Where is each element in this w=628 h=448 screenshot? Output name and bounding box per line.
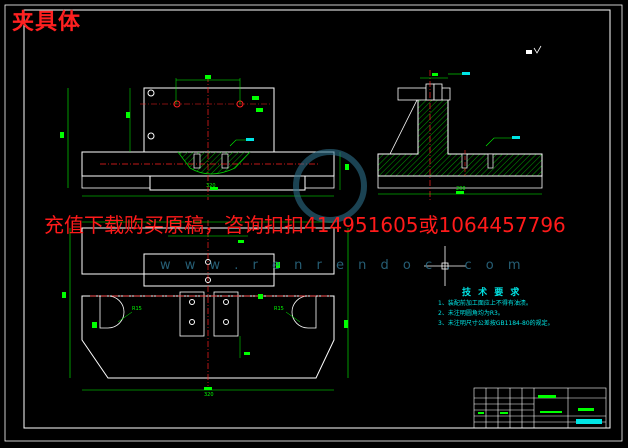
requirement-item: 2、未注明圆角均为R3。 [438,310,504,317]
side-view [377,45,543,200]
requirement-item: 3、未注明尺寸公差按GB1184-80的规定。 [438,320,554,327]
watermark-url: w w w . r e n r e n d o c . c o m [160,258,526,273]
dimension-label: R15 [132,306,142,312]
cad-drawing-viewer: 夹具体 充值下载购买原稿，咨询扣扣414951605或1064457796 w … [0,0,628,448]
dimension-label: 320 [206,183,216,189]
front-view [60,75,349,200]
dimension-label: 200 [456,186,466,192]
drawing-title: 夹具体 [12,10,82,35]
dimension-label: 320 [204,392,214,398]
requirement-item: 1、装配前加工面应上不得有油渍。 [438,300,532,307]
dimension-label: R15 [274,306,284,312]
technical-requirements-heading: 技 术 要 求 [462,288,522,298]
plan-view [62,220,349,391]
download-banner: 充值下载购买原稿，咨询扣扣414951605或1064457796 [44,213,566,237]
